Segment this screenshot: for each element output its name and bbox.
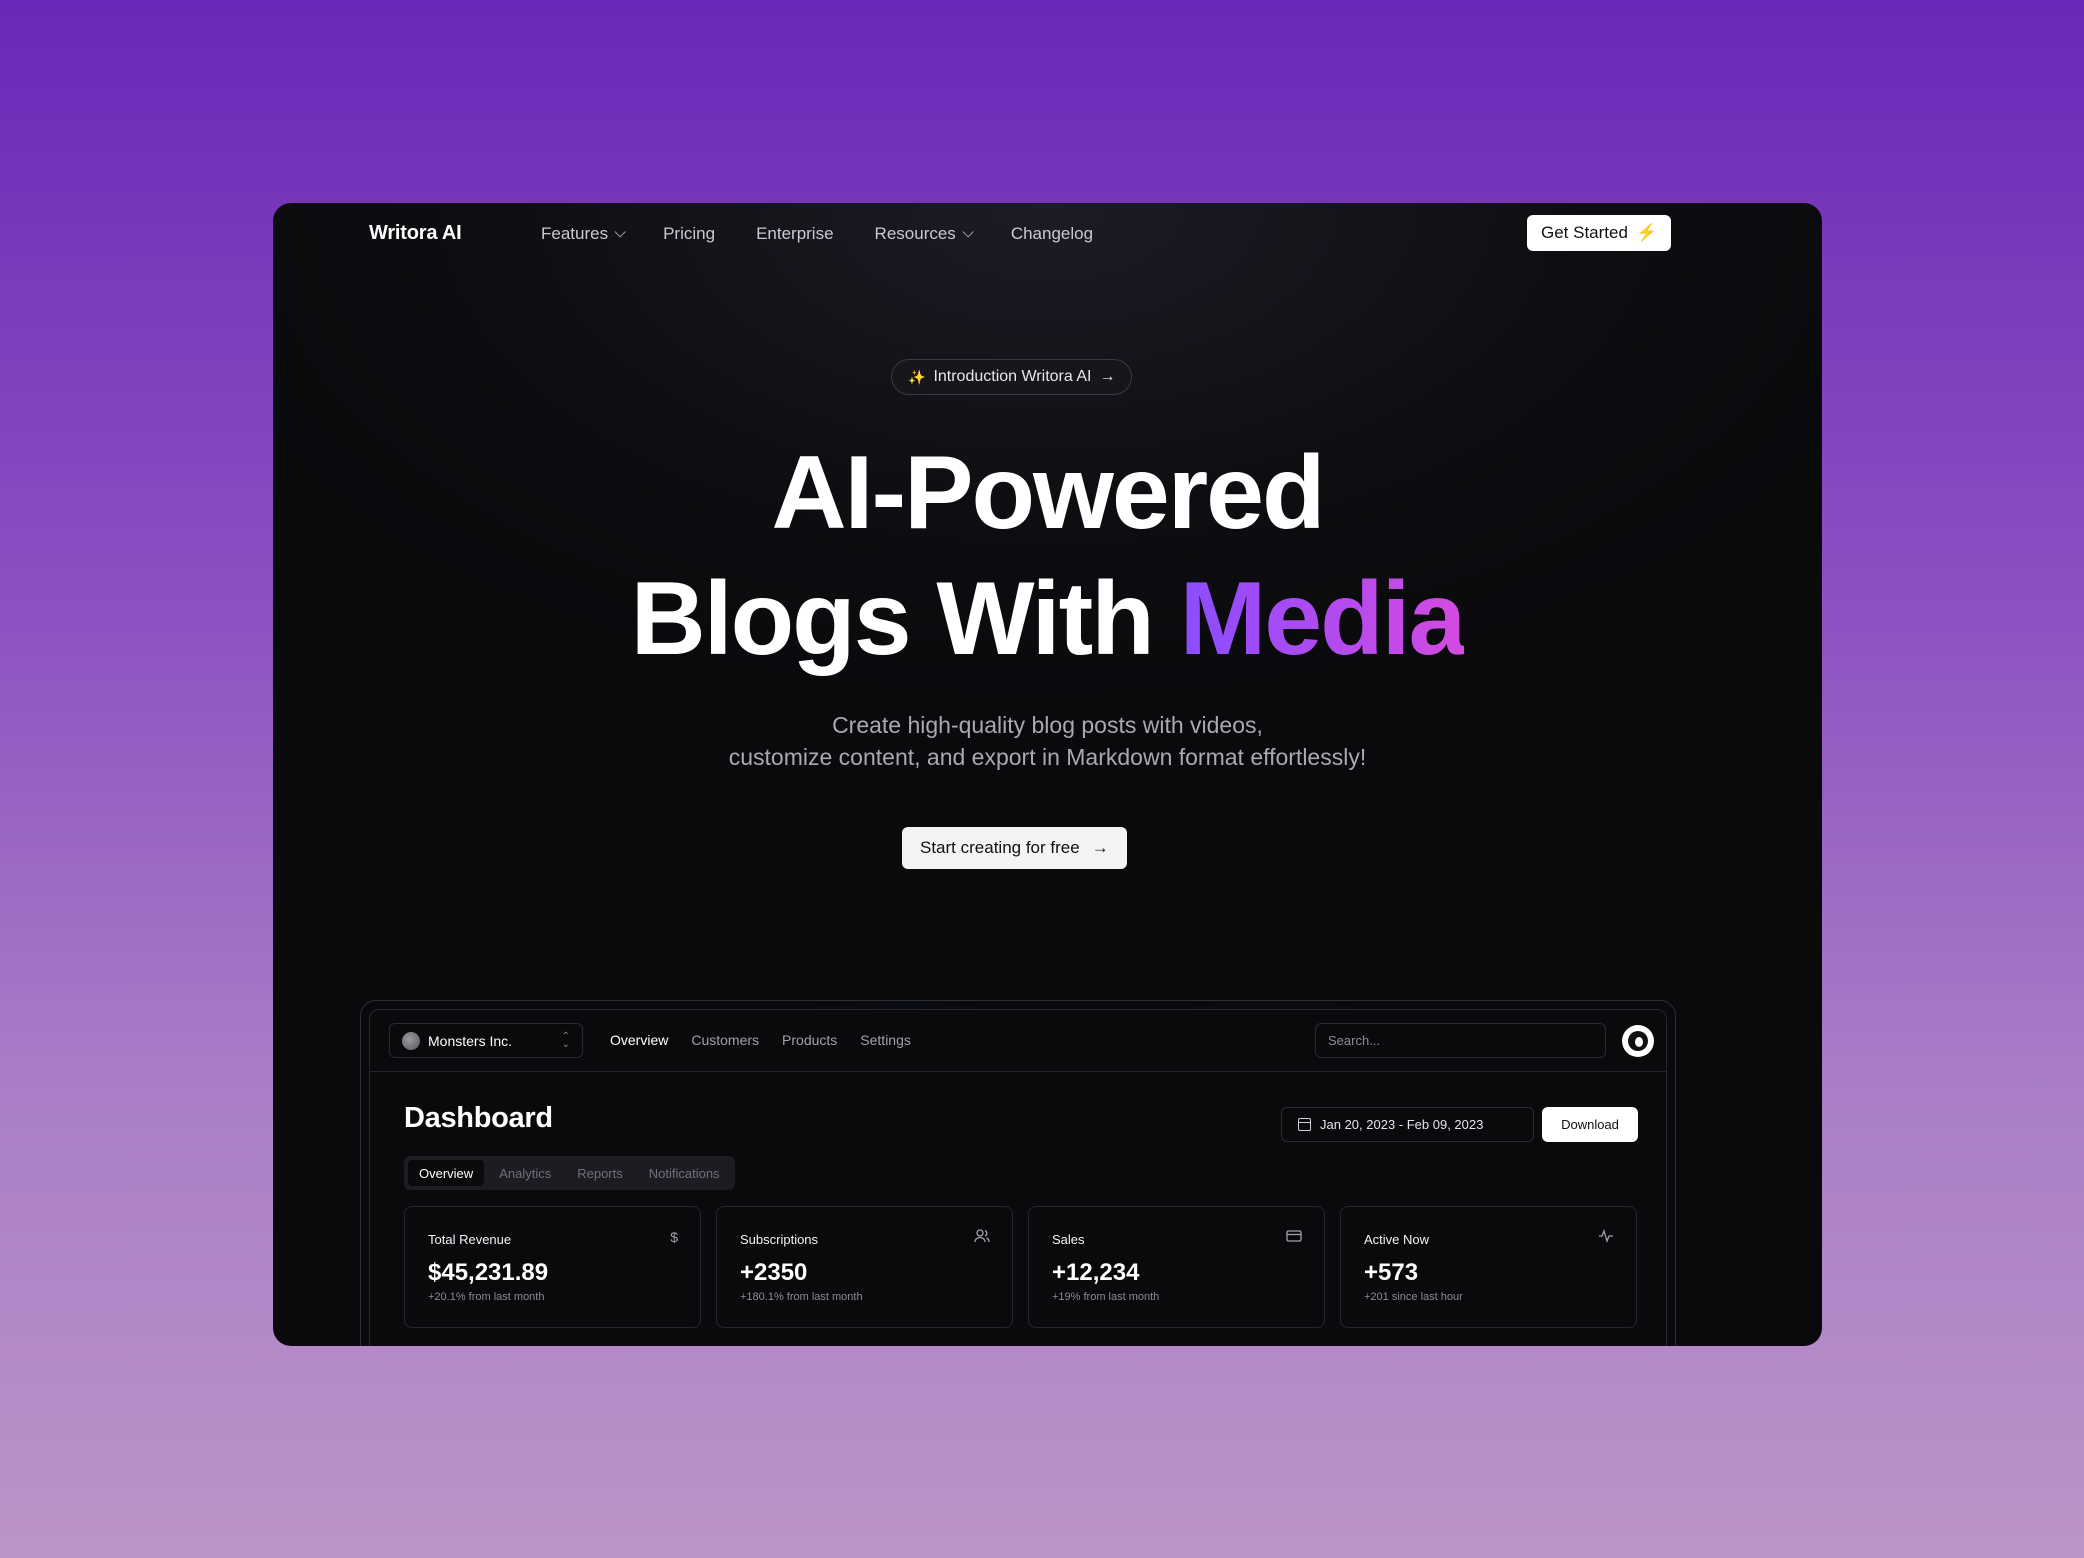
brand-logo[interactable]: Writora AI: [369, 222, 462, 245]
dollar-icon: $: [670, 1229, 678, 1245]
stat-card-title: Sales: [1052, 1232, 1085, 1247]
dashboard-nav: Monsters Inc. ⌃ ⌄ Overview Customers Prod…: [370, 1010, 1666, 1072]
hero-title-line2: Blogs With Media: [273, 567, 1822, 671]
date-range-picker[interactable]: Jan 20, 2023 - Feb 09, 2023: [1281, 1107, 1534, 1142]
credit-card-icon: [1286, 1229, 1302, 1245]
hero-title-line1: AI-Powered: [771, 435, 1325, 551]
users-icon: [974, 1229, 990, 1246]
arrow-right-icon: →: [1099, 368, 1116, 385]
nav-features-label: Features: [541, 224, 609, 243]
stat-card-value: +573: [1364, 1259, 1419, 1286]
announcement-pill[interactable]: ✨ Introduction Writora AI →: [891, 359, 1133, 395]
sparkle-icon: ✨: [908, 368, 926, 385]
nav-pricing[interactable]: Pricing: [663, 224, 715, 244]
nav-enterprise[interactable]: Enterprise: [756, 224, 833, 244]
stat-card-note: +19% from last month: [1052, 1291, 1160, 1303]
stat-card-active: Active Now +573 +201 since last hour: [1340, 1206, 1637, 1328]
stat-card-note: +201 since last hour: [1364, 1291, 1463, 1303]
team-name: Monsters Inc.: [428, 1032, 513, 1049]
dashboard-subtabs: Overview Analytics Reports Notifications: [404, 1156, 735, 1190]
chevron-down-icon: [614, 226, 626, 238]
hero-title-accent: Media: [1179, 561, 1467, 677]
stat-card-title: Total Revenue: [428, 1232, 512, 1247]
start-creating-button[interactable]: Start creating for free →: [902, 827, 1127, 869]
stat-card-revenue: Total Revenue $ $45,231.89 +20.1% from l…: [404, 1206, 701, 1328]
stat-card-note: +180.1% from last month: [740, 1291, 863, 1303]
subtab-analytics[interactable]: Analytics: [488, 1160, 562, 1186]
nav-features[interactable]: Features: [541, 224, 626, 244]
subtab-reports[interactable]: Reports: [566, 1160, 634, 1186]
stat-card-title: Active Now: [1364, 1232, 1430, 1247]
activity-icon: [1598, 1229, 1614, 1246]
nav-resources[interactable]: Resources: [874, 224, 974, 244]
top-nav: Writora AI Features Pricing Enterprise R…: [273, 203, 1822, 265]
team-avatar: [402, 1031, 420, 1050]
stat-card-sales: Sales +12,234 +19% from last month: [1028, 1206, 1325, 1328]
lightning-icon: ⚡: [1635, 223, 1658, 242]
team-switcher[interactable]: Monsters Inc. ⌃ ⌄: [389, 1023, 583, 1058]
hero-title-plain: Blogs With: [630, 561, 1180, 677]
dashboard-preview: Monsters Inc. ⌃ ⌄ Overview Customers Prod…: [369, 1009, 1667, 1346]
dashboard-tab-customers[interactable]: Customers: [691, 1032, 759, 1048]
get-started-label: Get Started: [1541, 223, 1628, 242]
nav-resources-label: Resources: [874, 224, 956, 243]
subtab-notifications[interactable]: Notifications: [638, 1160, 731, 1186]
stat-card-title: Subscriptions: [740, 1232, 819, 1247]
calendar-icon: [1298, 1118, 1311, 1131]
stat-cards: Total Revenue $ $45,231.89 +20.1% from l…: [404, 1206, 1637, 1328]
nav-links: Features Pricing Enterprise Resources Ch…: [541, 224, 1093, 244]
dashboard-tabs: Overview Customers Products Settings: [610, 1032, 911, 1048]
hero-subtitle-line1: Create high-quality blog posts with vide…: [832, 712, 1263, 738]
chevron-down-icon: [962, 226, 974, 238]
dashboard-tab-settings[interactable]: Settings: [860, 1032, 911, 1048]
avatar-icon: [1628, 1031, 1648, 1051]
dashboard-title: Dashboard: [404, 1102, 553, 1134]
announcement-label: Introduction Writora AI: [933, 368, 1092, 385]
subtab-overview[interactable]: Overview: [408, 1160, 485, 1186]
stat-card-value: +2350: [740, 1259, 808, 1286]
hero-subtitle-line2: customize content, and export in Markdow…: [728, 744, 1367, 770]
search-input[interactable]: Search...: [1315, 1023, 1606, 1058]
stat-card-value: $45,231.89: [428, 1259, 549, 1286]
dashboard-tab-overview[interactable]: Overview: [610, 1032, 668, 1048]
dashboard-preview-frame: Monsters Inc. ⌃ ⌄ Overview Customers Prod…: [360, 1000, 1676, 1346]
stat-card-value: +12,234: [1052, 1259, 1140, 1286]
browser-window: Writora AI Features Pricing Enterprise R…: [273, 203, 1822, 1346]
download-button[interactable]: Download: [1542, 1107, 1638, 1142]
chevrons-up-down-icon: ⌃ ⌄: [561, 1030, 570, 1050]
arrow-right-icon: →: [1091, 838, 1109, 857]
start-creating-label: Start creating for free: [920, 838, 1080, 857]
date-range-label: Jan 20, 2023 - Feb 09, 2023: [1320, 1117, 1484, 1132]
get-started-button[interactable]: Get Started ⚡: [1527, 215, 1672, 251]
nav-changelog[interactable]: Changelog: [1011, 224, 1093, 244]
stat-card-note: +20.1% from last month: [428, 1291, 545, 1303]
stat-card-subscriptions: Subscriptions +2350 +180.1% from last mo…: [716, 1206, 1013, 1328]
user-avatar[interactable]: [1622, 1025, 1654, 1057]
dashboard-tab-products[interactable]: Products: [782, 1032, 837, 1048]
